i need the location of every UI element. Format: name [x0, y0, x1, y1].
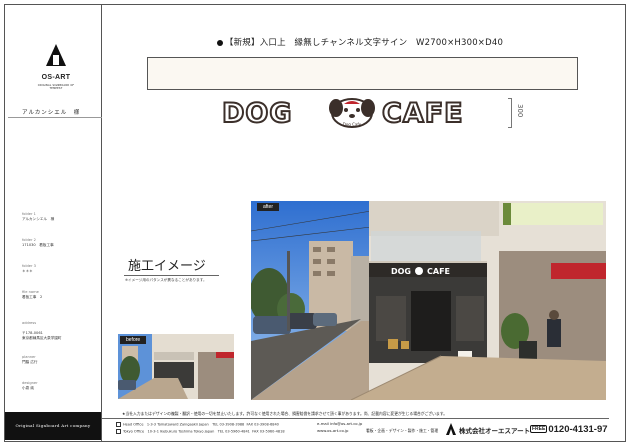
footer-web[interactable]: www.os-art.co.jp [317, 428, 348, 433]
sign-word-dog: DOG [221, 97, 293, 130]
bullet-icon [216, 39, 223, 46]
dimension-line [508, 98, 512, 128]
client-name: アルカンシエル 様 [22, 110, 81, 116]
footer: ★当社入力またはデザインの複製・翻訳・使用の一切を禁止いたします。許可なく使用さ… [102, 410, 609, 440]
sign-word-cafe: CAFE [381, 97, 464, 130]
meta-address: address 〒178-0061 東京都練馬区大泉学園町 [22, 321, 62, 340]
logo-text: OS-ART [41, 74, 71, 81]
free-dial-badge: FREE [530, 425, 548, 434]
footer-company: 株式会社オーエスアート [459, 427, 531, 435]
office-tokyo: Tokyo Office 10-3-1 Ikebukuro Toshima To… [116, 429, 285, 434]
shop-sign-cafe: CAFE [427, 267, 450, 276]
shop-sign-dog: DOG [391, 267, 411, 276]
meta-designer: designer 小泉 純 [22, 381, 38, 390]
sidebar: OS-ART ORIGINAL SIGNBOARD OF TEMPEST アルカ… [4, 4, 102, 442]
mascot-label: Dog Cafe [343, 122, 362, 127]
construction-note: ※イメージ用のパタンスが異なることがあります。 [125, 278, 207, 282]
after-photo-scene: DOG CAFE [251, 201, 606, 400]
channel-letter-sign: DOG Dog Cafe CAFE [221, 97, 501, 130]
meta-folder-2: folder 2 171030 看板工事 [22, 238, 54, 247]
office-head: Head Office 1-3-3 Tomatoward Zaingaokii … [116, 422, 279, 427]
footer-logo-icon [446, 423, 456, 435]
brand-bar: Original Signboard Art company [5, 412, 101, 440]
sidebar-divider [8, 117, 102, 118]
after-label: after [257, 203, 280, 211]
meta-folder-3: folder 3 ＊＊＊ [22, 264, 36, 273]
checkbox-icon [116, 429, 121, 434]
construction-heading: 施工イメージ [128, 259, 206, 274]
footer-services: 看板・企画・デザイン・製作・施工・管理 [366, 428, 439, 433]
logo-subtext: ORIGINAL SIGNBOARD OF TEMPEST [37, 84, 75, 90]
before-photo: before [118, 334, 234, 399]
footer-disclaimer: ★当社入力またはデザインの複製・翻訳・使用の一切を禁止いたします。許可なく使用さ… [122, 411, 447, 416]
heading-divider [124, 275, 219, 276]
dimension-label: 300 [516, 104, 524, 118]
after-photo: DOG CAFE after [251, 201, 606, 400]
meta-folder-1: folder 1 アルカンシエル 様 [22, 212, 55, 221]
before-label: before [120, 336, 147, 344]
footer-tel[interactable]: FREE 0120-4131-97 [530, 424, 608, 435]
sign-panel [147, 57, 578, 90]
page-title: 【新規】入口上 縁無しチャンネル文字サイン W2700×H300×D40 [150, 36, 570, 48]
checkbox-icon [116, 422, 121, 427]
meta-file-name: file name 看板工事 2 [22, 290, 43, 299]
dog-mascot-icon: Dog Cafe [329, 98, 375, 128]
footer-divider [102, 418, 609, 419]
footer-email[interactable]: e-mail info@os-art.co.jp [317, 421, 362, 426]
meta-planner: planner 門脇 広行 [22, 355, 38, 364]
company-logo: OS-ART ORIGINAL SIGNBOARD OF TEMPEST [38, 42, 74, 94]
